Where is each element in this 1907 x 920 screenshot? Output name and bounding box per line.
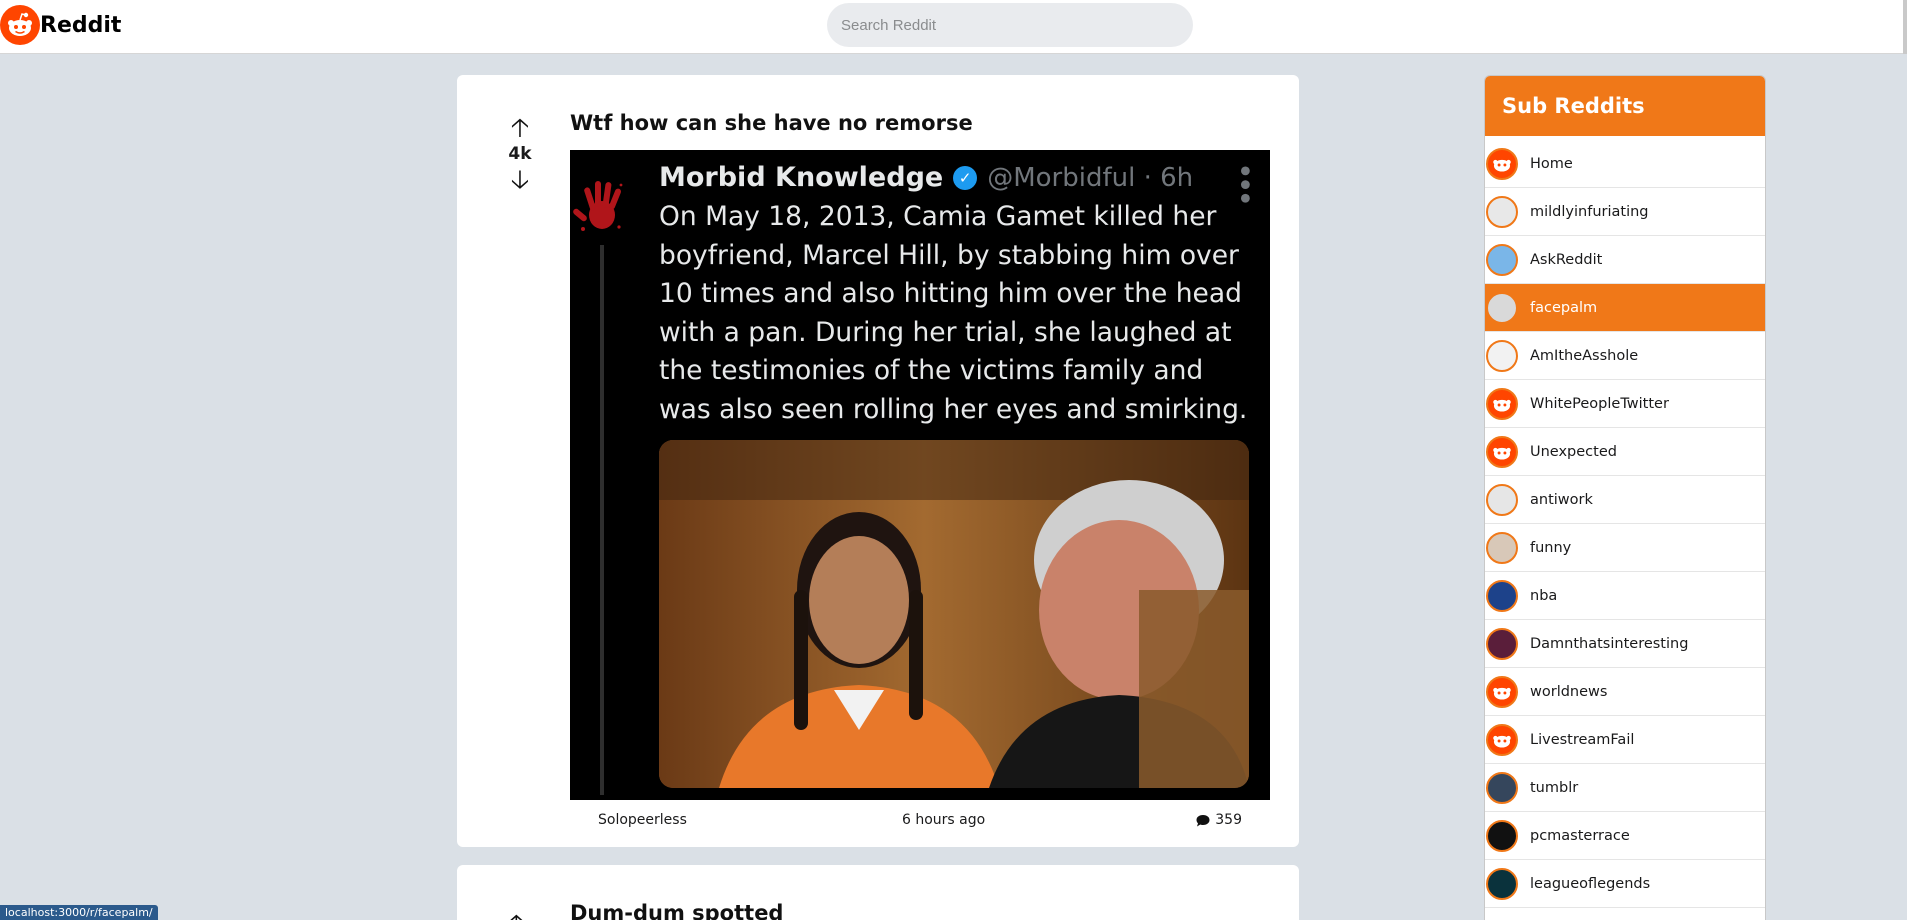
sidebar-item-unexpected[interactable]: Unexpected	[1485, 428, 1765, 476]
subreddits-sidebar: Sub Reddits Home mildlyinfuriating AskRedd…	[1484, 75, 1766, 920]
sidebar-item-label: worldnews	[1530, 683, 1608, 700]
tumblr-icon	[1486, 771, 1518, 804]
post-meta: Solopeerless 6 hours ago 359	[570, 812, 1270, 834]
mildlyinfuriating-icon	[1486, 195, 1518, 228]
post-image[interactable]: Morbid Knowledge ✓ @Morbidful · 6h ••• O…	[570, 150, 1270, 800]
upvote-arrow-icon[interactable]: 🡡	[507, 905, 526, 920]
sidebar-item-label: WhitePeopleTwitter	[1530, 395, 1669, 412]
sidebar-item-label: mildlyinfuriating	[1530, 203, 1649, 220]
sidebar-item-tumblr[interactable]: tumblr	[1485, 764, 1765, 812]
tweet-header: Morbid Knowledge ✓ @Morbidful · 6h	[659, 162, 1193, 193]
sidebar-item-label: leagueoflegends	[1530, 875, 1651, 892]
comments-link[interactable]: 359	[1196, 812, 1242, 828]
reddit-snoo-icon	[1486, 387, 1518, 420]
post-card[interactable]: 🡡 Dum-dum spotted	[457, 865, 1299, 920]
sidebar-item-label: AmItheAsshole	[1530, 347, 1639, 364]
sidebar-item-home[interactable]: Home	[1485, 140, 1765, 188]
sidebar-item-whitepeopletwitter[interactable]: WhitePeopleTwitter	[1485, 380, 1765, 428]
reddit-snoo-icon	[0, 5, 40, 45]
sidebar-item-label: antiwork	[1530, 491, 1593, 508]
pcmasterrace-icon	[1486, 819, 1518, 852]
tweet-handle: @Morbidful · 6h	[987, 162, 1194, 193]
sidebar-item-label: LivestreamFail	[1530, 731, 1635, 748]
page-scrollbar[interactable]	[1903, 0, 1907, 54]
sidebar-item-leagueoflegends[interactable]: leagueoflegends	[1485, 860, 1765, 908]
post-author[interactable]: Solopeerless	[598, 812, 687, 828]
facepalm-icon	[1486, 291, 1518, 324]
sidebar-item-antiwork[interactable]: antiwork	[1485, 476, 1765, 524]
sidebar-item-label: tumblr	[1530, 779, 1579, 796]
downvote-arrow-icon[interactable]: 🡣	[511, 167, 530, 193]
antiwork-icon	[1486, 483, 1518, 516]
vote-column: 🡡 4k 🡣	[495, 115, 545, 193]
sidebar-item-facepalm[interactable]: facepalm	[1485, 284, 1765, 332]
nba-icon	[1486, 579, 1518, 612]
sidebar-item-livestreamfail[interactable]: LivestreamFail	[1485, 716, 1765, 764]
post-title[interactable]: Dum-dum spotted	[570, 901, 783, 920]
search-input[interactable]	[827, 3, 1193, 47]
top-header: Reddit	[0, 0, 1907, 54]
sidebar-header: Sub Reddits	[1485, 76, 1765, 136]
sidebar-item-nba[interactable]: nba	[1485, 572, 1765, 620]
post-title[interactable]: Wtf how can she have no remorse	[570, 111, 973, 135]
post-time: 6 hours ago	[902, 812, 986, 828]
reddit-snoo-icon	[1486, 675, 1518, 708]
damnthatsinteresting-icon	[1486, 627, 1518, 660]
reddit-logo[interactable]: Reddit	[0, 5, 121, 45]
sidebar-item-funny[interactable]: funny	[1485, 524, 1765, 572]
tweet-author-name: Morbid Knowledge	[659, 162, 944, 193]
more-options-icon: •••	[1226, 162, 1261, 204]
leagueoflegends-icon	[1486, 867, 1518, 900]
sidebar-item-label: Home	[1530, 155, 1573, 172]
post-card[interactable]: 🡡 4k 🡣 Wtf how can she have no remorse M…	[457, 75, 1299, 847]
sidebar-item-askreddit[interactable]: AskReddit	[1485, 236, 1765, 284]
sidebar-item-label: Unexpected	[1530, 443, 1617, 460]
sidebar-item-label: facepalm	[1530, 299, 1598, 316]
verified-badge-icon: ✓	[953, 165, 978, 190]
vote-count: 4k	[508, 144, 532, 164]
amitheasshole-icon	[1486, 339, 1518, 372]
sidebar-item-amitheasshole[interactable]: AmItheAsshole	[1485, 332, 1765, 380]
sidebar-item-worldnews[interactable]: worldnews	[1485, 668, 1765, 716]
thread-line	[600, 245, 604, 795]
sidebar-item-pcmasterrace[interactable]: pcmasterrace	[1485, 812, 1765, 860]
sidebar-item-label: nba	[1530, 587, 1558, 604]
askreddit-icon	[1486, 243, 1518, 276]
reddit-snoo-icon	[1486, 435, 1518, 468]
sidebar-title: Sub Reddits	[1502, 94, 1645, 118]
reddit-snoo-icon	[1486, 723, 1518, 756]
sidebar-item-label: funny	[1530, 539, 1572, 556]
sidebar-item-label: AskReddit	[1530, 251, 1603, 268]
tweet-text: On May 18, 2013, Camia Gamet killed her …	[659, 201, 1248, 425]
comment-count: 359	[1215, 812, 1242, 828]
funny-icon	[1486, 531, 1518, 564]
subreddit-list: Home mildlyinfuriating AskReddit facepalm Am…	[1485, 136, 1765, 908]
comment-bubble-icon	[1196, 814, 1210, 826]
logo-text: Reddit	[40, 12, 122, 38]
upvote-arrow-icon[interactable]: 🡡	[511, 115, 530, 141]
sidebar-item-damnthatsinteresting[interactable]: Damnthatsinteresting	[1485, 620, 1765, 668]
sidebar-item-mildlyinfuriating[interactable]: mildlyinfuriating	[1485, 188, 1765, 236]
courtroom-photo	[659, 440, 1249, 788]
sidebar-item-label: Damnthatsinteresting	[1530, 635, 1689, 652]
red-handprint-icon	[573, 181, 623, 231]
sidebar-item-label: pcmasterrace	[1530, 827, 1630, 844]
reddit-snoo-icon	[1486, 147, 1518, 180]
status-bar-url: localhost:3000/r/facepalm/	[0, 905, 158, 920]
